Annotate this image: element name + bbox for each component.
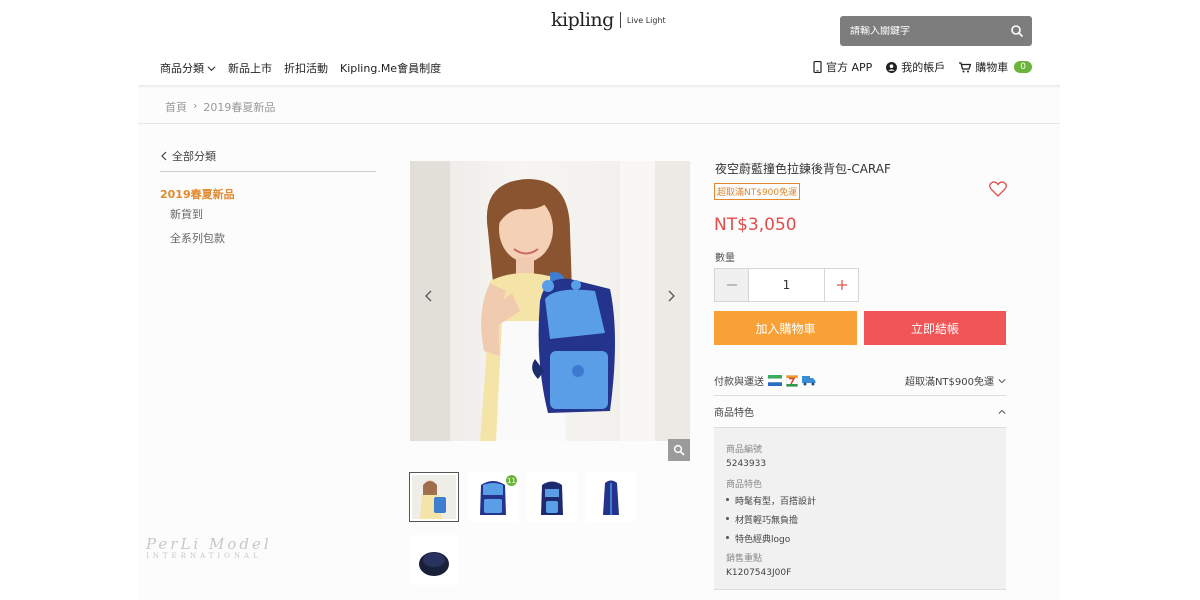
thumbnail-image: [541, 481, 563, 515]
selling-value: K1207543J00F: [726, 568, 792, 578]
minus-icon: [726, 284, 737, 286]
search-box: [840, 16, 1032, 46]
add-to-cart-button[interactable]: 加入購物車: [714, 311, 857, 345]
nav-discounts[interactable]: 折扣活動: [284, 60, 328, 76]
cart-icon: [959, 61, 972, 72]
logo-divider: [619, 12, 621, 28]
chevron-down-icon: [207, 65, 216, 71]
features-label: 商品特色: [726, 480, 763, 490]
watermark-sub: INTERNATIONAL: [146, 552, 262, 560]
breadcrumb-separator: ›: [193, 99, 198, 112]
nav-label: 折扣活動: [284, 62, 328, 75]
thumbnail-image: [412, 475, 456, 519]
logo-wordmark: kipling: [551, 9, 614, 31]
nav-product-categories[interactable]: 商品分類: [160, 60, 216, 76]
magnifier-icon: [673, 444, 685, 456]
nav-label: Kipling.Me會員制度: [340, 62, 442, 75]
product-main-image[interactable]: [410, 161, 690, 441]
payment-note-label: 超取滿NT$900免運: [904, 377, 994, 388]
nav-membership[interactable]: Kipling.Me會員制度: [340, 60, 441, 76]
feature-item: 材質輕巧無負擔: [726, 513, 994, 526]
search-input[interactable]: [850, 25, 1000, 37]
chevron-left-icon: [161, 151, 167, 161]
sku-label: 商品編號: [726, 445, 763, 455]
thumbnail-model[interactable]: [409, 472, 459, 522]
thumbnail-pouch[interactable]: [409, 535, 459, 585]
thumbnail-side[interactable]: [586, 472, 636, 522]
payment-shipping-row[interactable]: 付款與運送 超取滿NT$900免運: [714, 366, 1006, 396]
buy-now-button[interactable]: 立即結帳: [864, 311, 1006, 345]
breadcrumb-home[interactable]: 首頁: [165, 99, 187, 115]
search-icon[interactable]: [1010, 24, 1024, 38]
logo-tagline: Live Light: [626, 15, 666, 25]
app-label: 官方 APP: [825, 61, 873, 74]
account-link[interactable]: 我的帳戶: [886, 59, 945, 75]
breadcrumb-current[interactable]: 2019春夏新品: [203, 99, 275, 115]
main-nav: 商品分類 新品上市 折扣活動 Kipling.Me會員制度: [160, 60, 441, 76]
quantity-label: 數量: [715, 253, 735, 264]
user-icon: [886, 61, 898, 73]
plus-icon: [836, 280, 847, 290]
quantity-increase-button[interactable]: [824, 269, 858, 301]
page: kipling Live Light 商品分類 新品上市 折扣活動 Kiplin…: [0, 0, 1200, 600]
model-photo: [410, 161, 690, 441]
feature-item: 時髦有型，百搭設計: [726, 494, 994, 507]
chevron-down-icon: [998, 378, 1006, 383]
thumbnail-badge: 11: [506, 475, 517, 486]
shipping-badge: 超取滿NT$900免運: [714, 183, 801, 200]
chevron-left-icon[interactable]: [418, 285, 440, 307]
product-price: NT$3,050: [714, 215, 797, 235]
brand-logo[interactable]: kipling Live Light: [551, 9, 666, 31]
payment-label: 付款與運送: [714, 377, 764, 388]
product-details-panel: 商品編號 5243933 商品特色 時髦有型，百搭設計 材質輕巧無負擔 特色經典…: [714, 428, 1006, 590]
nav-label: 新品上市: [228, 62, 272, 75]
breadcrumb: 首頁 › 2019春夏新品: [165, 99, 275, 115]
thumbnail-image: [603, 480, 619, 515]
nav-label: 商品分類: [160, 62, 204, 75]
sidebar-divider: [160, 171, 376, 172]
seven-eleven-icon: [786, 374, 798, 387]
official-app-link[interactable]: 官方 APP: [813, 59, 872, 75]
delivery-truck-icon: [802, 376, 816, 386]
features-list: 時髦有型，百搭設計 材質輕巧無負擔 特色經典logo: [726, 494, 994, 545]
cart-count-badge: 0: [1014, 61, 1032, 73]
thumbnail-angle[interactable]: [527, 472, 577, 522]
quantity-stepper: 1: [714, 268, 859, 302]
quantity-value[interactable]: 1: [749, 269, 824, 301]
cart-link[interactable]: 購物車 0: [959, 59, 1032, 75]
chevron-right-icon[interactable]: [660, 285, 682, 307]
utility-nav: 官方 APP 我的帳戶 購物車 0: [813, 59, 1032, 75]
sidebar-item-new-arrivals[interactable]: 新貨到: [170, 206, 203, 222]
all-categories-label: 全部分類: [172, 150, 216, 163]
zoom-button[interactable]: [668, 439, 690, 461]
breadcrumb-divider: [138, 123, 1060, 124]
thumbnail-image: [419, 552, 449, 576]
watermark: PerLi Model INTERNATIONAL: [146, 535, 272, 560]
sidebar-item-active-category[interactable]: 2019春夏新品: [160, 186, 235, 202]
payment-note: 超取滿NT$900免運: [905, 373, 1006, 388]
family-mart-icon: [768, 375, 782, 386]
payment-shipping-info: 付款與運送: [714, 373, 816, 388]
phone-icon: [813, 61, 822, 73]
heart-icon[interactable]: [989, 181, 1007, 197]
sidebar-item-all-bags[interactable]: 全系列包款: [170, 230, 225, 246]
product-features-toggle[interactable]: 商品特色: [714, 396, 1006, 428]
nav-new-arrivals[interactable]: 新品上市: [228, 60, 272, 76]
all-categories-link[interactable]: 全部分類: [160, 148, 216, 164]
features-toggle-label: 商品特色: [714, 408, 754, 419]
product-title: 夜空蔚藍撞色拉鍊後背包-CARAF: [715, 162, 891, 176]
chevron-up-icon: [998, 409, 1006, 414]
cart-label: 購物車: [975, 61, 1009, 74]
account-label: 我的帳戶: [901, 61, 946, 74]
watermark-main: PerLi Model: [146, 535, 272, 553]
quantity-decrease-button[interactable]: [715, 269, 749, 301]
sku-value: 5243933: [726, 459, 767, 469]
feature-item: 特色經典logo: [726, 532, 994, 545]
selling-label: 銷售重點: [726, 554, 763, 564]
